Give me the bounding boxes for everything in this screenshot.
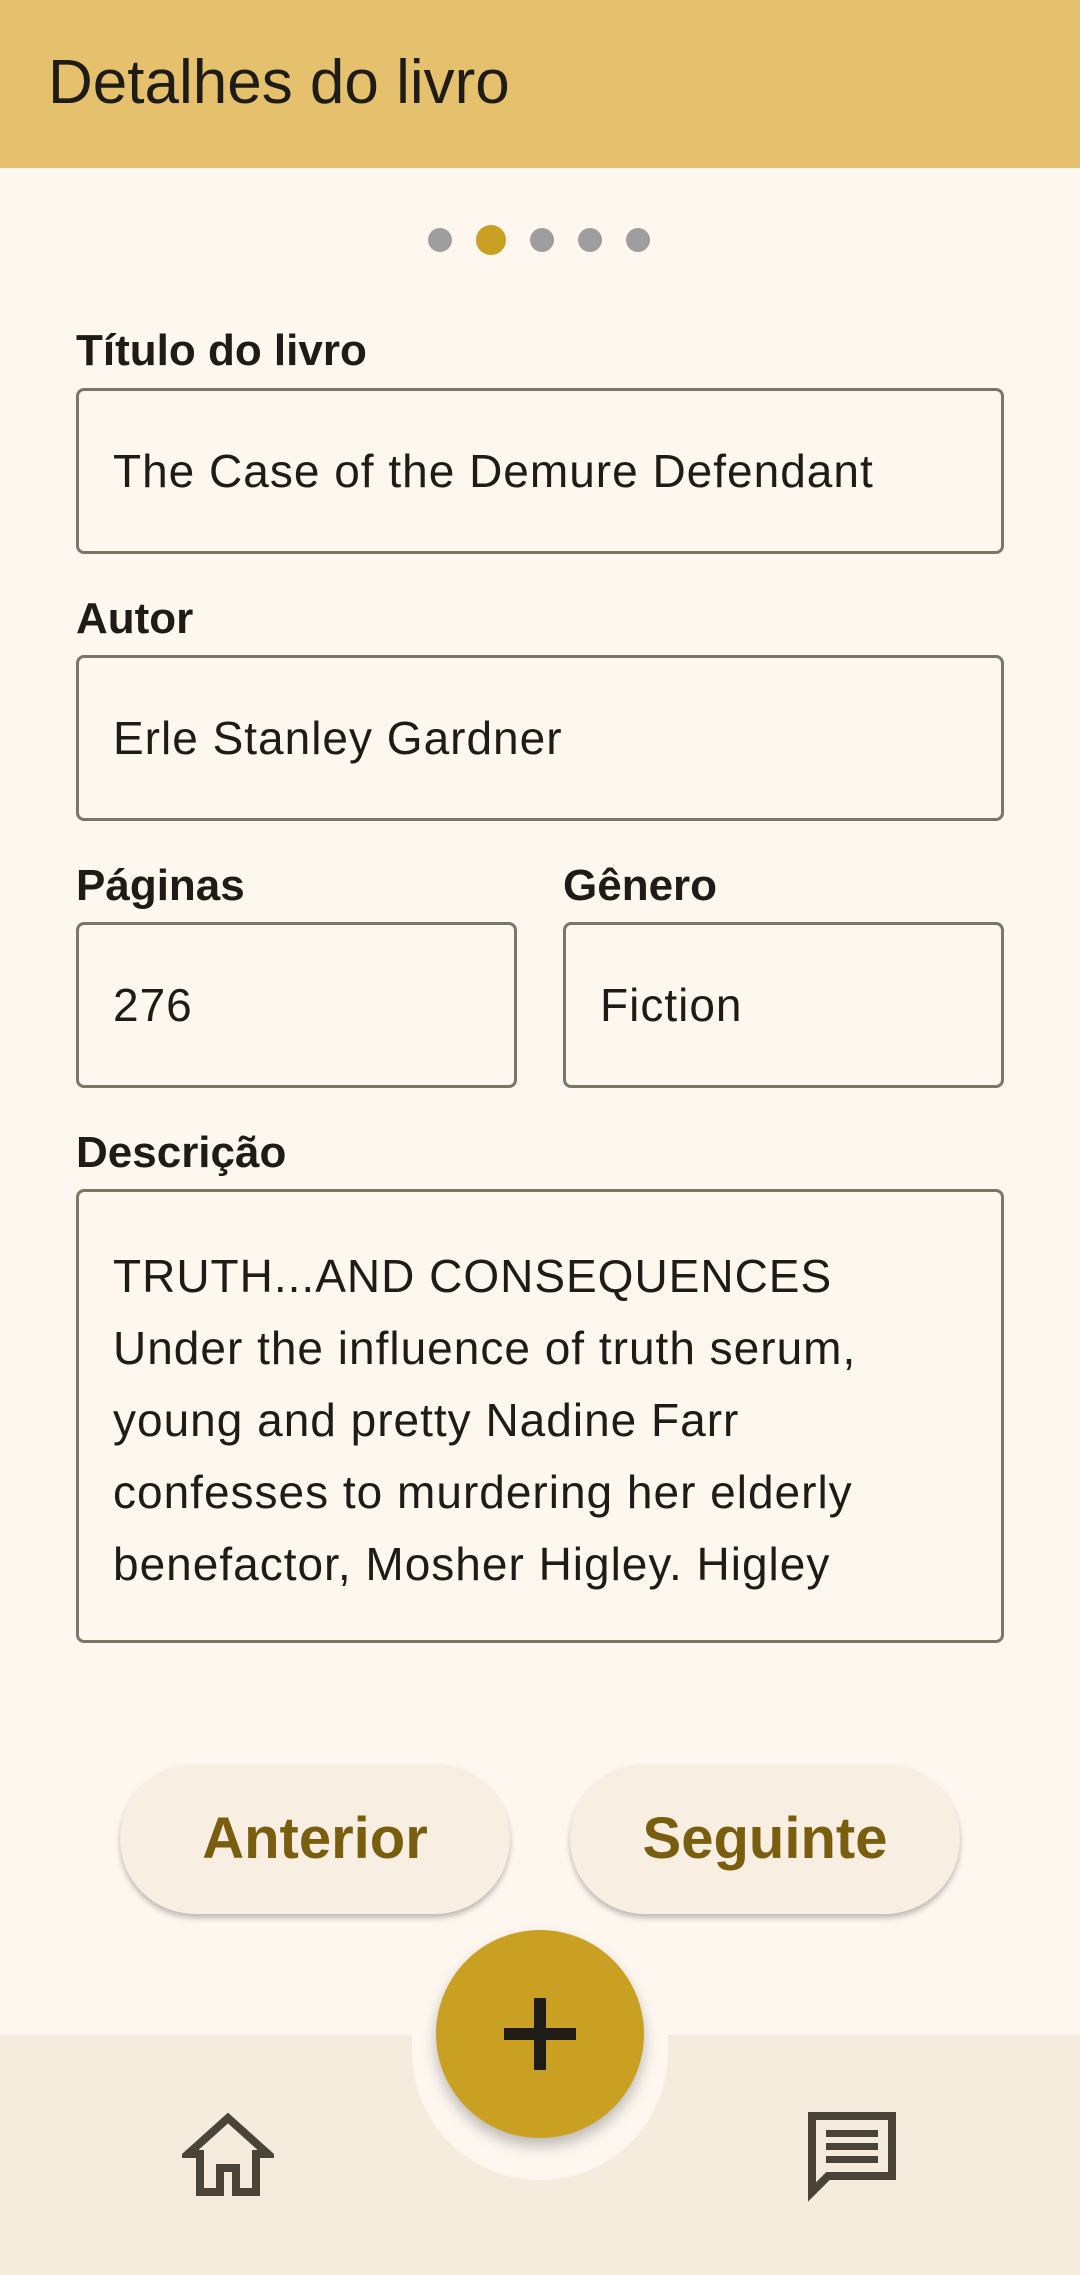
home-icon[interactable] xyxy=(177,2112,279,2203)
genre-value: Fiction xyxy=(600,979,743,1031)
description-label: Descrição xyxy=(76,1128,287,1177)
pages-value: 276 xyxy=(113,979,193,1031)
page-indicator xyxy=(0,225,1080,256)
title-label: Título do livro xyxy=(76,326,367,375)
page-title: Detalhes do livro xyxy=(48,48,510,117)
page-dot-3[interactable] xyxy=(530,228,554,252)
page-dot-1[interactable] xyxy=(428,228,452,252)
add-button[interactable] xyxy=(436,1930,644,2138)
genre-field[interactable]: Fiction xyxy=(563,922,1004,1088)
pages-label: Páginas xyxy=(76,861,245,910)
author-field[interactable]: Erle Stanley Gardner xyxy=(76,655,1004,821)
description-field[interactable]: TRUTH...AND CONSEQUENCES Under the influ… xyxy=(76,1189,1004,1643)
previous-button[interactable]: Anterior xyxy=(120,1764,510,1914)
page-dot-4[interactable] xyxy=(578,228,602,252)
author-label: Autor xyxy=(76,594,194,643)
title-value: The Case of the Demure Defendant xyxy=(113,445,874,497)
genre-label: Gênero xyxy=(563,861,718,910)
pages-field[interactable]: 276 xyxy=(76,922,517,1088)
plus-icon xyxy=(504,1998,576,2070)
title-field[interactable]: The Case of the Demure Defendant xyxy=(76,388,1004,554)
page-dot-2-active[interactable] xyxy=(476,225,506,255)
author-value: Erle Stanley Gardner xyxy=(113,712,563,764)
description-value: TRUTH...AND CONSEQUENCES Under the influ… xyxy=(113,1250,857,1590)
chat-icon[interactable] xyxy=(806,2110,898,2207)
next-button[interactable]: Seguinte xyxy=(570,1764,960,1914)
app-bar: Detalhes do livro xyxy=(0,0,1080,168)
page-dot-5[interactable] xyxy=(626,228,650,252)
